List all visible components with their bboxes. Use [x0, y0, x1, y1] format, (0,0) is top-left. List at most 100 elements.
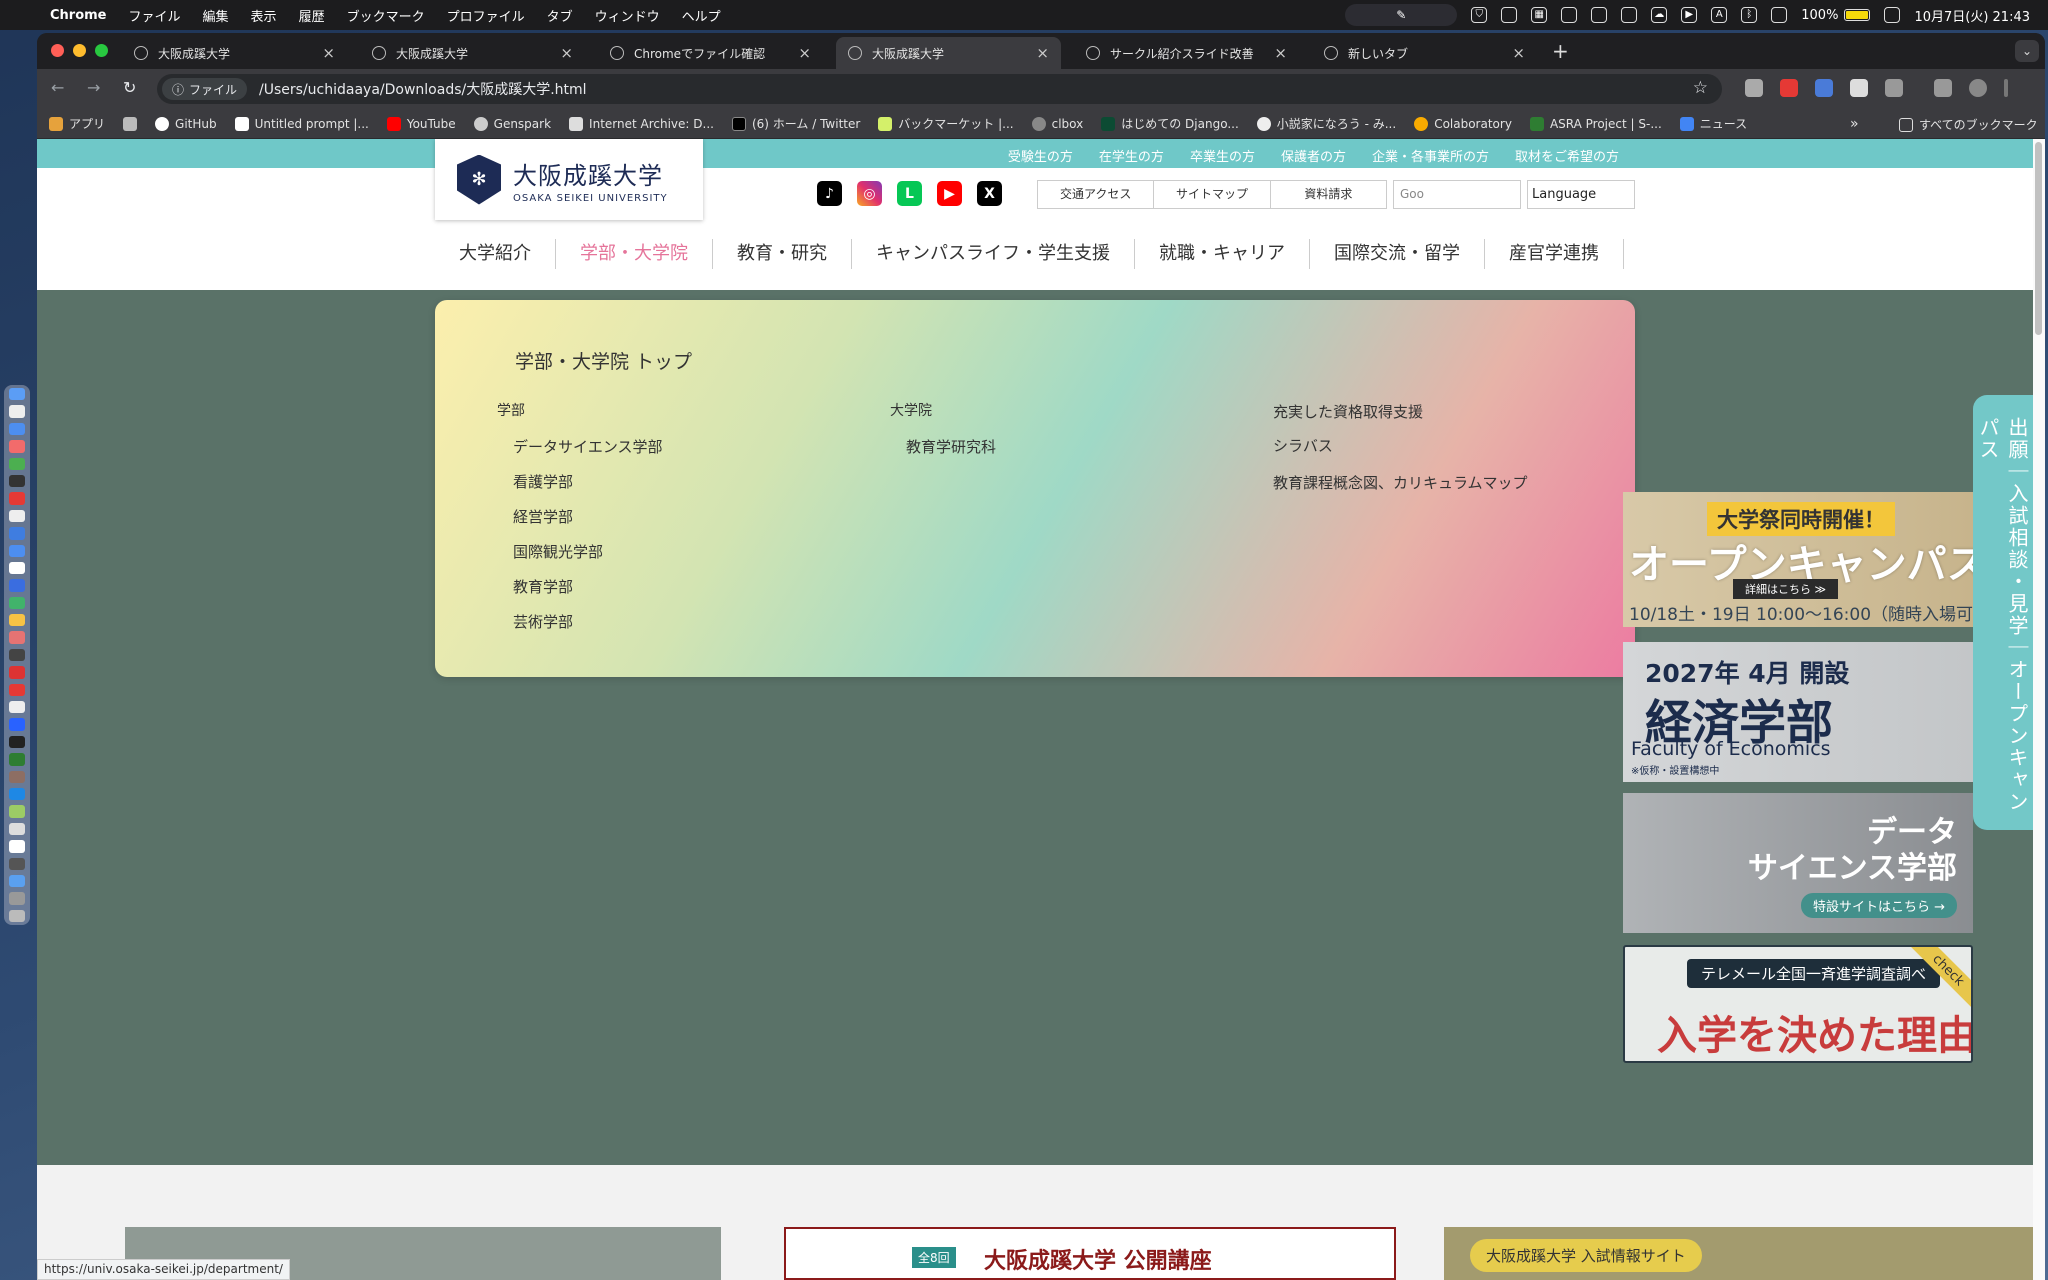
dock-app-icon[interactable]: [9, 544, 25, 557]
dock-app-icon[interactable]: [9, 840, 25, 853]
tab-search-button[interactable]: ⌄: [2015, 40, 2039, 62]
link-parents[interactable]: 保護者の方: [1281, 146, 1346, 165]
menu-window[interactable]: ウィンドウ: [595, 6, 660, 25]
bookmark-youtube[interactable]: YouTube: [386, 116, 456, 131]
menu-file[interactable]: ファイル: [129, 6, 181, 25]
dock-app-icon[interactable]: [9, 596, 25, 610]
dock-app-icon[interactable]: [9, 648, 25, 662]
browser-tab[interactable]: 大阪成蹊大学 ×: [360, 37, 585, 69]
line-icon[interactable]: L: [897, 181, 922, 206]
link-education[interactable]: 教育学部: [513, 570, 663, 605]
minimize-window-button[interactable]: [73, 44, 86, 57]
extension-icon[interactable]: [1745, 79, 1763, 97]
close-window-button[interactable]: [51, 44, 64, 57]
link-curriculum-map[interactable]: 教育課程概念図、カリキュラムマップ: [1273, 471, 1533, 495]
nav-industry-collab[interactable]: 産官学連携: [1485, 239, 1624, 269]
control-center-icon[interactable]: [1884, 7, 1901, 23]
menu-bookmarks[interactable]: ブックマーク: [347, 6, 425, 25]
reload-button[interactable]: ↻: [123, 78, 136, 97]
nav-career[interactable]: 就職・キャリア: [1135, 239, 1310, 269]
admission-reason-banner[interactable]: テレメール全国一斉進学調査調べ 入学を決めた理由 check: [1623, 945, 1973, 1063]
new-tab-button[interactable]: +: [1552, 39, 1569, 63]
browser-tab[interactable]: 大阪成蹊大学 ×: [122, 37, 347, 69]
dock-trash-icon[interactable]: [9, 909, 25, 923]
extension-icon[interactable]: [1780, 79, 1798, 97]
nav-campus-life[interactable]: キャンパスライフ・学生支援: [852, 239, 1135, 269]
url-text[interactable]: /Users/uchidaaya/Downloads/大阪成蹊大学.html: [259, 79, 587, 99]
clipboard-icon[interactable]: [1621, 7, 1638, 23]
bookmark-twitter[interactable]: (6) ホーム / Twitter: [731, 115, 860, 132]
browser-tab[interactable]: 新しいタブ ×: [1312, 37, 1537, 69]
pen-icon[interactable]: ✎: [1345, 4, 1458, 26]
dock-app-icon[interactable]: [9, 474, 25, 488]
dock-app-icon[interactable]: [9, 805, 25, 818]
kebab-menu-icon[interactable]: [2004, 79, 2008, 97]
close-tab-icon[interactable]: ×: [1274, 44, 1287, 62]
x-icon[interactable]: X: [977, 181, 1002, 206]
dock-app-icon[interactable]: [9, 457, 25, 470]
dock-app-icon[interactable]: [9, 492, 25, 505]
bookmark-untitled-prompt[interactable]: Untitled prompt |...: [234, 116, 369, 131]
link-press[interactable]: 取材をご希望の方: [1515, 146, 1619, 165]
dock-app-icon[interactable]: [9, 718, 25, 731]
link-data-science[interactable]: データサイエンス学部: [513, 430, 663, 465]
dock-app-icon[interactable]: [9, 701, 25, 714]
dock-app-icon[interactable]: [9, 527, 25, 540]
dock-app-icon[interactable]: [9, 822, 25, 836]
browser-tab[interactable]: Chromeでファイル確認 ×: [598, 37, 823, 69]
menu-edit[interactable]: 編集: [203, 6, 229, 25]
close-tab-icon[interactable]: ×: [1512, 44, 1525, 62]
link-brochure-request[interactable]: 資料請求: [1271, 181, 1386, 208]
dock-app-icon[interactable]: [9, 857, 25, 870]
bookmark-django[interactable]: はじめての Django...: [1101, 115, 1239, 132]
window-icon[interactable]: [1591, 7, 1608, 23]
puzzle-icon[interactable]: [1885, 79, 1903, 97]
university-logo[interactable]: ✻ 大阪成蹊大学 OSAKA SEIKEI UNIVERSITY: [435, 139, 703, 220]
cloud-icon[interactable]: ☁: [1651, 7, 1668, 23]
economics-banner[interactable]: 2027年 4月 開設 経済学部 Faculty of Economics ※仮…: [1623, 642, 1973, 782]
admissions-side-tab[interactable]: 出願｜入試相談・見学｜オープンキャンパス: [1973, 395, 2033, 830]
link-access[interactable]: 交通アクセス: [1038, 181, 1155, 208]
dock-app-icon[interactable]: [9, 614, 25, 627]
apple-icon[interactable]: [18, 6, 36, 24]
bookmark-backmarket[interactable]: バックマーケット |...: [878, 115, 1014, 132]
bookmark-apps[interactable]: アプリ: [49, 115, 105, 132]
bookmarks-overflow-icon[interactable]: »: [1850, 116, 1859, 132]
menubar-clock[interactable]: 10月7日(火) 21:43: [1914, 6, 2030, 25]
menu-history[interactable]: 履歴: [299, 6, 325, 25]
file-scheme-chip[interactable]: ⓘ ファイル: [162, 78, 248, 100]
menu-app-name[interactable]: Chrome: [50, 8, 107, 23]
dock-app-icon[interactable]: [9, 561, 25, 575]
link-graduate-education[interactable]: 教育学研究科: [906, 430, 996, 465]
dock-app-icon[interactable]: [9, 509, 25, 523]
menu-profile[interactable]: プロファイル: [447, 6, 525, 25]
nav-faculties-active[interactable]: 学部・大学院: [556, 239, 713, 269]
dock-app-icon[interactable]: [9, 440, 25, 453]
all-bookmarks-folder[interactable]: すべてのブックマーク: [1899, 116, 2038, 133]
close-tab-icon[interactable]: ×: [560, 44, 573, 62]
mega-menu-top-link[interactable]: 学部・大学院 トップ: [515, 347, 692, 374]
dock-app-icon[interactable]: [9, 874, 25, 888]
nav-international[interactable]: 国際交流・留学: [1310, 239, 1485, 269]
bookmark-grid[interactable]: [123, 116, 138, 131]
link-current-students[interactable]: 在学生の方: [1099, 146, 1164, 165]
link-prospective-students[interactable]: 受験生の方: [1008, 146, 1073, 165]
play-icon[interactable]: ▶: [1681, 7, 1698, 23]
shield-icon[interactable]: ⛉: [1471, 7, 1488, 23]
youtube-icon[interactable]: ▶: [937, 181, 962, 206]
data-science-banner[interactable]: データ サイエンス学部 特設サイトはこちら →: [1623, 793, 1973, 933]
link-sitemap[interactable]: サイトマップ: [1154, 181, 1271, 208]
dock-app-icon[interactable]: [9, 735, 25, 749]
link-arts[interactable]: 芸術学部: [513, 605, 663, 640]
link-international-tourism[interactable]: 国際観光学部: [513, 535, 663, 570]
link-companies[interactable]: 企業・各事業所の方: [1372, 146, 1489, 165]
dock-app-icon[interactable]: [9, 422, 25, 436]
tiktok-icon[interactable]: ♪: [817, 181, 842, 206]
scrollbar-thumb[interactable]: [2035, 142, 2042, 335]
link-syllabus[interactable]: シラバス: [1273, 429, 1533, 463]
link-nursing[interactable]: 看護学部: [513, 465, 663, 500]
link-management[interactable]: 経営学部: [513, 500, 663, 535]
dock-app-icon[interactable]: [9, 579, 25, 592]
open-campus-banner[interactable]: 大学祭同時開催！ オープンキャンパス 詳細はこちら ≫ 10/18土・19日 1…: [1623, 492, 1973, 627]
zoom-window-button[interactable]: [95, 44, 108, 57]
